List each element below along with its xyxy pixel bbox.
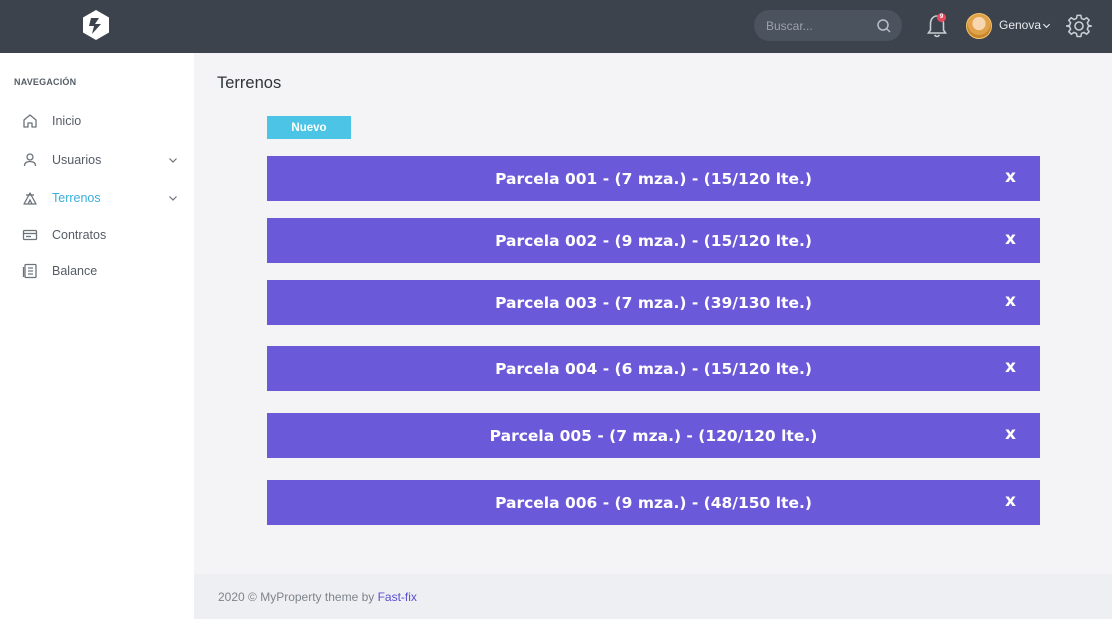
sidebar-item-contratos[interactable]: Contratos xyxy=(0,218,194,252)
delete-parcel-button[interactable]: x xyxy=(1005,229,1016,249)
footer-text: 2020 © MyProperty theme by Fast-fix xyxy=(218,590,417,604)
delete-parcel-button[interactable]: x xyxy=(1005,424,1016,444)
search-box[interactable] xyxy=(754,10,902,41)
search-icon[interactable] xyxy=(876,18,892,34)
footer-link[interactable]: Fast-fix xyxy=(378,590,417,604)
sidebar-item-balance[interactable]: Balance xyxy=(0,254,194,288)
parcel-item[interactable]: Parcela 002 - (9 mza.) - (15/120 lte.) x xyxy=(267,218,1040,263)
delete-parcel-button[interactable]: x xyxy=(1005,167,1016,187)
tent-icon xyxy=(23,192,37,205)
footer: 2020 © MyProperty theme by Fast-fix xyxy=(194,574,1112,619)
parcel-label: Parcela 001 - (7 mza.) - (15/120 lte.) xyxy=(495,169,812,188)
user-name: Genova xyxy=(999,18,1042,32)
delete-parcel-button[interactable]: x xyxy=(1005,291,1016,311)
avatar[interactable] xyxy=(966,13,992,39)
delete-parcel-button[interactable]: x xyxy=(1005,491,1016,511)
parcel-item[interactable]: Parcela 001 - (7 mza.) - (15/120 lte.) x xyxy=(267,156,1040,201)
notification-badge: 9 xyxy=(937,13,946,22)
card-icon xyxy=(22,229,38,241)
user-menu[interactable]: Genova xyxy=(999,18,1051,32)
sidebar-item-label: Usuarios xyxy=(52,153,102,167)
search-input[interactable] xyxy=(766,18,872,33)
chevron-down-icon xyxy=(169,196,177,201)
sidebar-item-label: Terrenos xyxy=(52,191,101,205)
ledger-icon xyxy=(22,263,37,279)
user-icon xyxy=(23,153,37,167)
sidebar-item-terrenos[interactable]: Terrenos xyxy=(0,181,194,215)
parcel-label: Parcela 004 - (6 mza.) - (15/120 lte.) xyxy=(495,359,812,378)
sidebar-item-label: Contratos xyxy=(52,228,107,242)
chevron-down-icon xyxy=(169,158,177,163)
logo-icon[interactable] xyxy=(80,9,112,41)
delete-parcel-button[interactable]: x xyxy=(1005,357,1016,377)
copyright-text: 2020 © MyProperty theme by xyxy=(218,590,378,604)
page-title: Terrenos xyxy=(217,74,282,92)
sidebar-item-usuarios[interactable]: Usuarios xyxy=(0,143,194,177)
home-icon xyxy=(23,114,37,128)
parcel-label: Parcela 005 - (7 mza.) - (120/120 lte.) xyxy=(489,426,818,445)
nav-title: NAVEGACIÓN xyxy=(14,77,77,87)
parcel-item[interactable]: Parcela 006 - (9 mza.) - (48/150 lte.) x xyxy=(267,480,1040,525)
sidebar-item-label: Inicio xyxy=(52,114,82,128)
parcel-label: Parcela 002 - (9 mza.) - (15/120 lte.) xyxy=(495,231,812,250)
sidebar-item-inicio[interactable]: Inicio xyxy=(0,104,194,138)
parcel-item[interactable]: Parcela 003 - (7 mza.) - (39/130 lte.) x xyxy=(267,280,1040,325)
top-header: 9 Genova xyxy=(0,0,1112,53)
sidebar: NAVEGACIÓN Inicio Usuarios Terrenos Cont… xyxy=(0,53,194,619)
gear-icon[interactable] xyxy=(1066,13,1092,39)
new-parcel-button[interactable]: Nuevo xyxy=(267,116,351,139)
chevron-down-icon xyxy=(1042,23,1051,28)
parcel-item[interactable]: Parcela 004 - (6 mza.) - (15/120 lte.) x xyxy=(267,346,1040,391)
parcel-item[interactable]: Parcela 005 - (7 mza.) - (120/120 lte.) … xyxy=(267,413,1040,458)
parcel-label: Parcela 003 - (7 mza.) - (39/130 lte.) xyxy=(495,293,812,312)
sidebar-item-label: Balance xyxy=(52,264,98,278)
parcel-label: Parcela 006 - (9 mza.) - (48/150 lte.) xyxy=(495,493,812,512)
